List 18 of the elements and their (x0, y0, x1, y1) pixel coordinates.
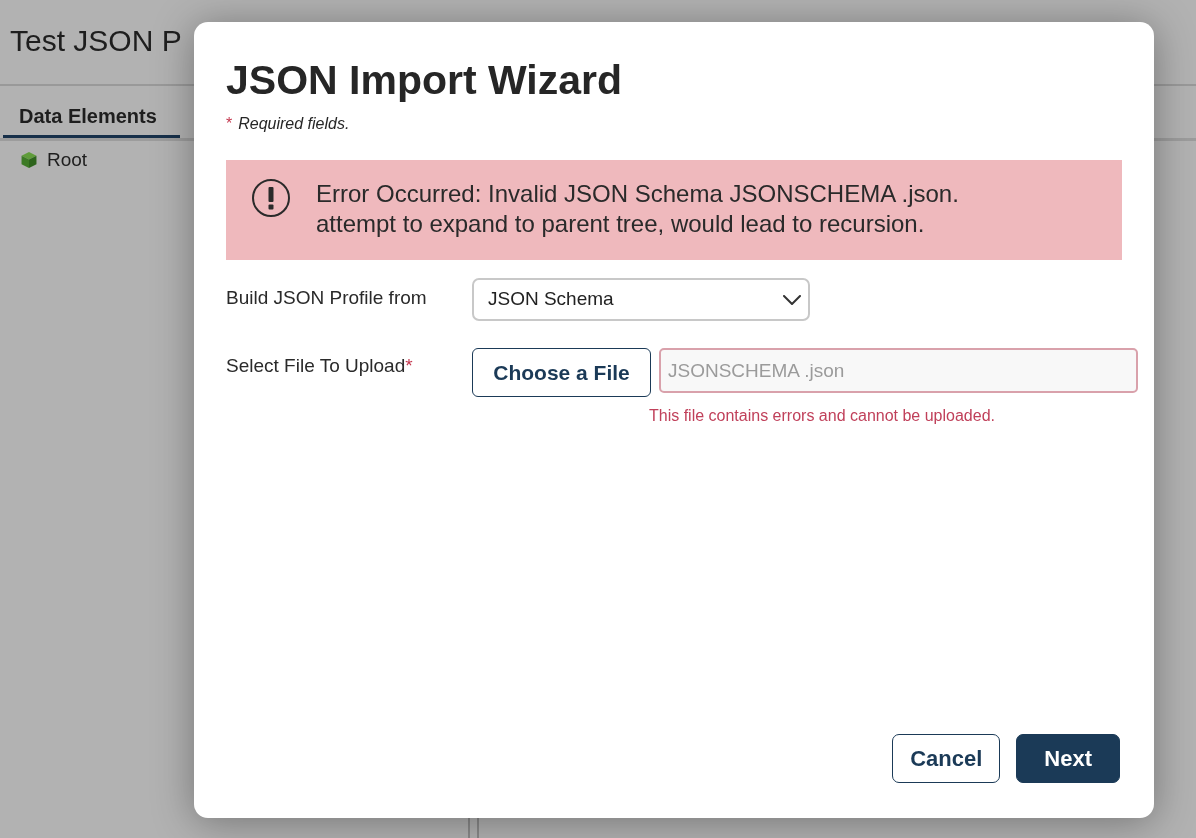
validation-message: This file contains errors and cannot be uploaded. (649, 406, 995, 426)
choose-file-button[interactable]: Choose a File (472, 348, 651, 397)
tab[interactable]: Data Elements (3, 86, 180, 138)
tree-item[interactable]: Root (21, 149, 88, 171)
error-message: Error Occurred: Invalid JSON Schema JSONSCHEMA .json. attempt to expand to parent tree, would lead to recursion. (316, 179, 959, 239)
dropdown[interactable]: JSON Schema (472, 278, 810, 321)
cube-icon (21, 152, 37, 168)
required-asterisk: * (405, 354, 413, 378)
field-label: Build JSON Profile from (226, 286, 427, 310)
required-note: Required fields. (238, 114, 350, 134)
chevron-down-icon (783, 294, 801, 305)
page-title: Test JSON P (10, 23, 182, 59)
dialog-title: JSON Import Wizard (226, 56, 622, 104)
dialog-button[interactable]: Next (1016, 734, 1120, 783)
dialog-button[interactable]: Cancel (892, 734, 1001, 783)
required-asterisk: * (226, 114, 233, 134)
alert-icon (252, 179, 290, 217)
field-label: Select File To Upload (226, 354, 406, 378)
